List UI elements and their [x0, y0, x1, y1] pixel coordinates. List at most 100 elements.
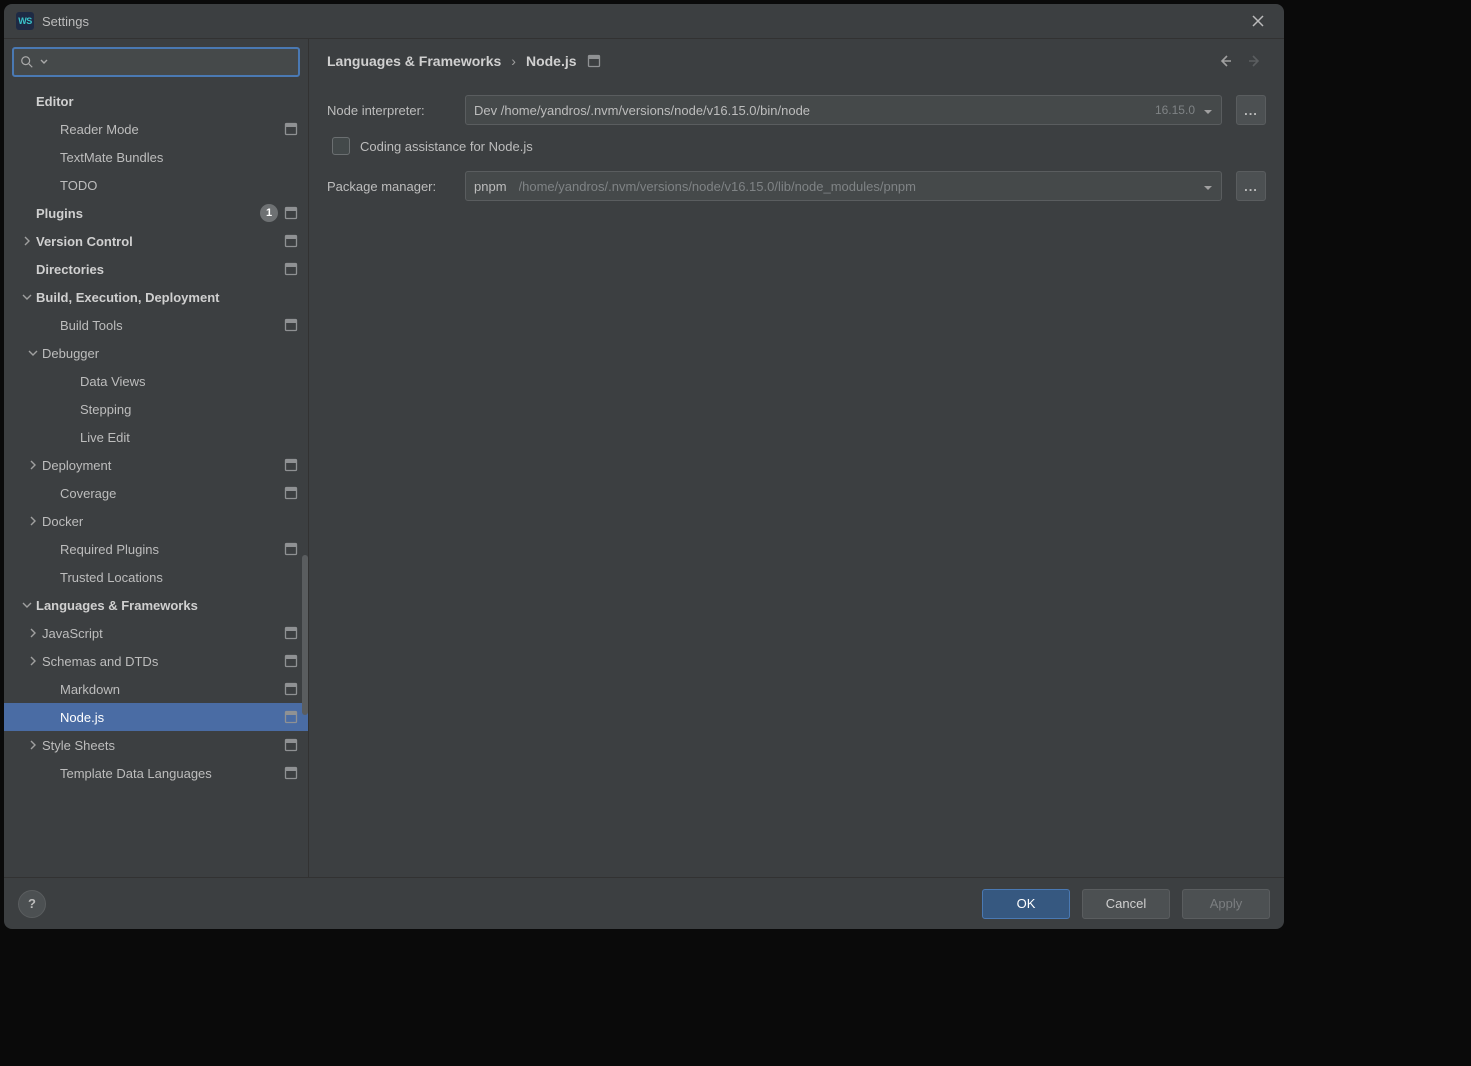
tree-item-label: JavaScript [42, 626, 284, 641]
tree-item[interactable]: Node.js [4, 703, 308, 731]
coding-assist-checkbox[interactable] [332, 137, 350, 155]
settings-window: WS Settings Editor Reader Mode TextMate Bu… [4, 4, 1284, 929]
arrow-right-icon [1247, 53, 1263, 69]
dialog-footer: ? OK Cancel Apply [4, 877, 1284, 929]
search-input[interactable] [54, 55, 292, 70]
interpreter-browse-button[interactable]: ... [1236, 95, 1266, 125]
tree-item-label: Version Control [36, 234, 284, 249]
tree-item[interactable]: Languages & Frameworks [4, 591, 308, 619]
close-button[interactable] [1244, 7, 1272, 35]
tree-item[interactable]: JavaScript [4, 619, 308, 647]
tree-item[interactable]: Docker [4, 507, 308, 535]
project-scope-icon [284, 542, 298, 556]
breadcrumb-leaf: Node.js [526, 53, 577, 69]
tree-item[interactable]: Plugins1 [4, 199, 308, 227]
search-box[interactable] [12, 47, 300, 77]
breadcrumb: Languages & Frameworks › Node.js [327, 53, 601, 69]
chevron-right-icon [20, 234, 34, 248]
interpreter-label: Node interpreter: [327, 103, 451, 118]
tree-item-label: Debugger [42, 346, 298, 361]
tree-item-label: Build Tools [60, 318, 284, 333]
project-scope-icon [284, 682, 298, 696]
project-scope-icon [284, 626, 298, 640]
nav-back-button[interactable] [1214, 50, 1236, 72]
interpreter-combo[interactable]: Dev /home/yandros/.nvm/versions/node/v16… [465, 95, 1222, 125]
tree-item-label: Template Data Languages [60, 766, 284, 781]
chevron-right-icon [26, 626, 40, 640]
tree-item[interactable]: Directories [4, 255, 308, 283]
tree-item[interactable]: Schemas and DTDs [4, 647, 308, 675]
tree-item[interactable]: Trusted Locations [4, 563, 308, 591]
tree-item[interactable]: Build, Execution, Deployment [4, 283, 308, 311]
arrow-left-icon [1217, 53, 1233, 69]
tree-item-label: Plugins [36, 206, 260, 221]
help-button[interactable]: ? [18, 890, 46, 918]
project-scope-icon [284, 122, 298, 136]
tree-item-label: Markdown [60, 682, 284, 697]
tree-item[interactable]: Template Data Languages [4, 759, 308, 787]
tree-item[interactable]: Deployment [4, 451, 308, 479]
chevron-down-icon [26, 346, 40, 360]
tree-item-label: TextMate Bundles [60, 150, 298, 165]
tree-item[interactable]: Markdown [4, 675, 308, 703]
scrollbar-thumb[interactable] [302, 555, 308, 715]
project-scope-icon [284, 710, 298, 724]
tree-item-label: Languages & Frameworks [36, 598, 298, 613]
tree-item-label: Editor [36, 94, 298, 109]
tree-item-label: Deployment [42, 458, 284, 473]
project-scope-icon [284, 318, 298, 332]
tree-item[interactable]: Stepping [4, 395, 308, 423]
tree-item[interactable]: Reader Mode [4, 115, 308, 143]
tree-item-label: TODO [60, 178, 298, 193]
chevron-right-icon [26, 514, 40, 528]
tree-item[interactable]: TODO [4, 171, 308, 199]
chevron-down-icon [40, 58, 48, 66]
tree-item[interactable]: Debugger [4, 339, 308, 367]
tree-item[interactable]: Required Plugins [4, 535, 308, 563]
chevron-down-icon [1203, 105, 1213, 115]
tree-item[interactable]: Data Views [4, 367, 308, 395]
package-manager-combo[interactable]: pnpm /home/yandros/.nvm/versions/node/v1… [465, 171, 1222, 201]
tree-item[interactable]: Live Edit [4, 423, 308, 451]
count-badge: 1 [260, 204, 278, 222]
app-icon: WS [16, 12, 34, 30]
window-title: Settings [42, 14, 89, 29]
project-scope-icon [284, 458, 298, 472]
tree-item-label: Directories [36, 262, 284, 277]
tree-item[interactable]: Version Control [4, 227, 308, 255]
settings-tree[interactable]: Editor Reader Mode TextMate Bundles TODO Plu… [4, 83, 308, 877]
tree-item[interactable]: Style Sheets [4, 731, 308, 759]
package-manager-path: /home/yandros/.nvm/versions/node/v16.15.… [519, 179, 916, 194]
tree-item-label: Style Sheets [42, 738, 284, 753]
tree-item-label: Coverage [60, 486, 284, 501]
tree-item[interactable]: TextMate Bundles [4, 143, 308, 171]
tree-item-label: Live Edit [80, 430, 298, 445]
chevron-down-icon [1203, 181, 1213, 191]
package-manager-browse-button[interactable]: ... [1236, 171, 1266, 201]
package-manager-label: Package manager: [327, 179, 451, 194]
project-scope-icon [284, 234, 298, 248]
search-icon [20, 55, 34, 69]
tree-item[interactable]: Coverage [4, 479, 308, 507]
nav-forward-button [1244, 50, 1266, 72]
tree-item-label: Stepping [80, 402, 298, 417]
titlebar: WS Settings [4, 4, 1284, 38]
project-scope-icon [587, 54, 601, 68]
cancel-button[interactable]: Cancel [1082, 889, 1170, 919]
project-scope-icon [284, 486, 298, 500]
project-scope-icon [284, 738, 298, 752]
tree-item-label: Reader Mode [60, 122, 284, 137]
main-panel: Languages & Frameworks › Node.js [309, 39, 1284, 877]
ok-button[interactable]: OK [982, 889, 1070, 919]
tree-item-label: Node.js [60, 710, 284, 725]
apply-button: Apply [1182, 889, 1270, 919]
tree-item-label: Schemas and DTDs [42, 654, 284, 669]
coding-assist-label: Coding assistance for Node.js [360, 139, 533, 154]
tree-item[interactable]: Build Tools [4, 311, 308, 339]
tree-item-label: Docker [42, 514, 298, 529]
project-scope-icon [284, 262, 298, 276]
interpreter-value: Dev /home/yandros/.nvm/versions/node/v16… [474, 103, 810, 118]
tree-item[interactable]: Editor [4, 87, 308, 115]
tree-item-label: Build, Execution, Deployment [36, 290, 298, 305]
chevron-down-icon [20, 598, 34, 612]
